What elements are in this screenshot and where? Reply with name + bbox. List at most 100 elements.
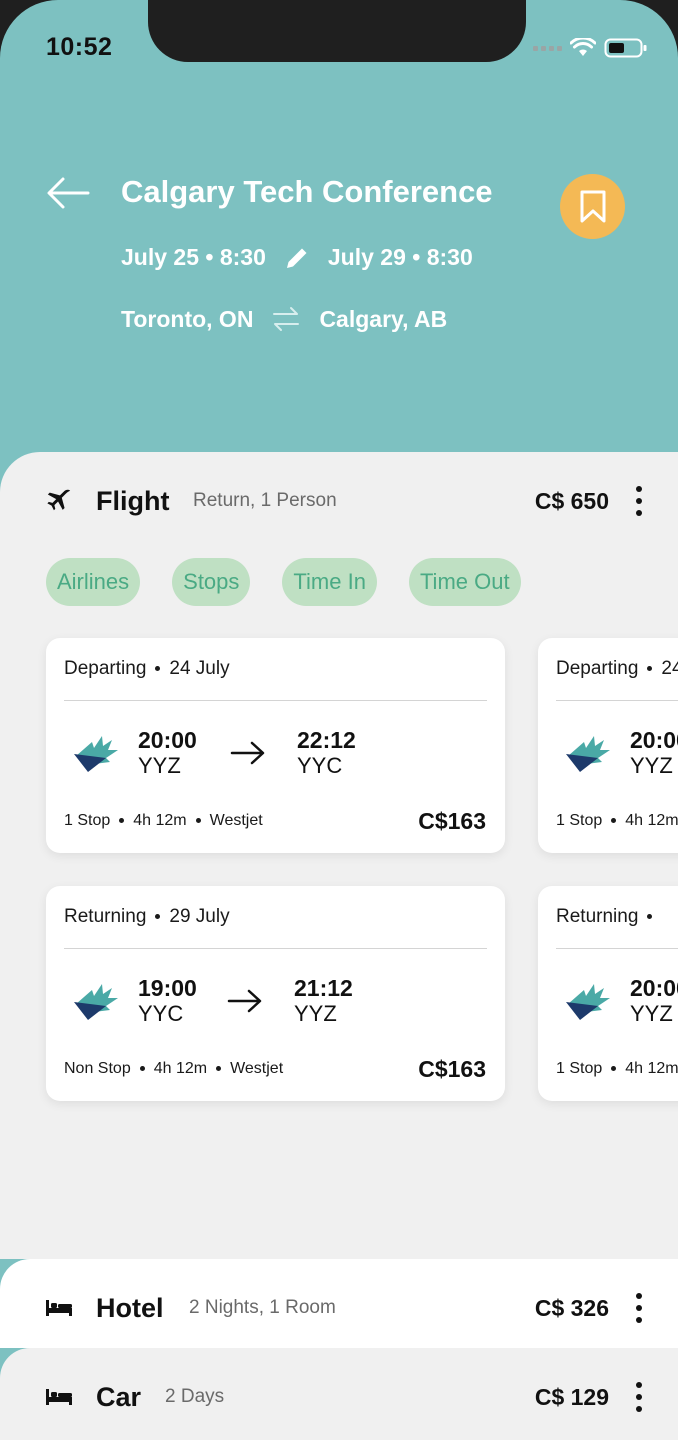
end-date: July 29 • 8:30 [327,244,473,270]
car-header: Car 2 Days C$ 129 [0,1367,678,1427]
divider [64,700,487,701]
car-price: C$ 129 [534,1383,609,1410]
hotel-more-button[interactable] [630,1293,648,1323]
arrow-right-icon [227,989,262,1013]
departure-block: 20:00 YYZ [630,975,678,1028]
arrival-block: 21:12 YYZ [294,975,353,1028]
card-label: Returning [64,906,147,927]
flight-details: 1 Stop 4h 12m [556,812,678,830]
flight-price: C$ 650 [534,487,609,514]
flight-details: 1 Stop 4h 12m [556,1060,678,1078]
plane-icon [46,488,72,514]
filter-chip-time-out[interactable]: Time Out [408,558,521,606]
card-label: Departing [556,658,639,679]
stops-text: 1 Stop [556,812,603,829]
divider [556,700,678,701]
arrival-airport: YYZ [294,1001,337,1027]
card-date: 29 July [169,906,230,927]
bookmark-icon [580,190,605,222]
card-label: Returning [556,906,639,927]
stops-text: 1 Stop [556,1060,603,1077]
flight-header: Flight Return, 1 Person C$ 650 [0,471,678,531]
card-header: Departing 24 July [64,658,230,680]
westjet-logo-icon [566,736,610,772]
back-arrow-icon[interactable] [46,176,90,210]
duration-text: 4h 12m [625,1060,678,1077]
car-title: Car [96,1381,142,1412]
card-date: 24 July [169,658,230,679]
departure-block: 19:00 YYC [138,975,197,1028]
trip-route: Toronto, ON Calgary, AB [121,305,447,333]
departure-airport: YYZ [630,1001,673,1027]
battery-icon [604,38,647,58]
hotel-price: C$ 326 [534,1294,609,1321]
departure-block: 20:00 YYZ [138,727,197,780]
destination-city: Calgary, AB [319,305,448,332]
returning-flight-card[interactable]: Returning 29 July 19:00 YYC 21:12 YYZ Non… [46,886,505,1101]
duration-text: 4h 12m [625,812,678,829]
divider [556,948,678,949]
duration-text: 4h 12m [133,812,187,829]
arrival-airport: YYC [297,753,343,779]
divider [64,948,487,949]
bookmark-button[interactable] [560,174,625,239]
filter-chip-stops[interactable]: Stops [172,558,251,606]
card-price: C$163 [418,808,486,834]
bed-icon [46,1295,72,1321]
westjet-logo-icon [74,984,118,1020]
airline-text: Westjet [209,812,263,829]
westjet-logo-icon [566,984,610,1020]
card-header: Departing 24 July [556,658,678,680]
departure-airport: YYC [138,1001,184,1027]
departing-flight-card[interactable]: Departing 24 July 20:00 YYZ 1 Stop 4h 12m [538,638,678,853]
origin-city: Toronto, ON [121,305,254,332]
departure-airport: YYZ [630,753,673,779]
duration-text: 4h 12m [153,1060,208,1077]
arrival-time: 22:12 [297,727,356,753]
departure-time: 19:00 [138,975,197,1001]
filter-chips: Airlines Stops Time In Time Out [46,558,521,606]
westjet-logo-icon [74,736,118,772]
trip-dates: July 25 • 8:30 July 29 • 8:30 [121,244,473,271]
departure-time: 20:00 [630,975,678,1001]
hotel-subtitle: 2 Nights, 1 Room [189,1297,336,1318]
flight-details: Non Stop 4h 12m Westjet [64,1060,283,1078]
wifi-icon [570,38,596,56]
hotel-title: Hotel [96,1292,164,1323]
car-subtitle: 2 Days [165,1386,225,1407]
card-header: Returning 29 July [64,906,230,928]
stops-text: Non Stop [64,1060,131,1077]
phone-screen: 10:52 Calgary Tech Conference July 25 • … [0,0,678,1440]
departure-block: 20:00 YYZ [630,727,678,780]
arrival-time: 21:12 [294,975,353,1001]
filter-chip-airlines[interactable]: Airlines [46,558,141,606]
bed-icon [46,1384,72,1410]
hotel-header: Hotel 2 Nights, 1 Room C$ 326 [0,1278,678,1338]
card-date: 24 July [661,658,678,679]
flight-title: Flight [96,485,170,516]
arrow-right-icon [230,741,265,765]
device-notch [148,0,526,62]
car-more-button[interactable] [630,1382,648,1412]
returning-flight-card[interactable]: Returning 20:00 YYZ 1 Stop 4h 12m [538,886,678,1101]
departure-time: 20:00 [138,727,197,753]
start-date: July 25 • 8:30 [121,244,266,270]
signal-icon [533,45,562,51]
card-label: Departing [64,658,147,679]
departing-flight-card[interactable]: Departing 24 July 20:00 YYZ 22:12 YYC 1 S… [46,638,505,853]
departure-airport: YYZ [138,753,181,779]
stops-text: 1 Stop [64,812,111,829]
status-icons [533,37,648,59]
filter-chip-time-in[interactable]: Time In [282,558,377,606]
airline-text: Westjet [230,1060,284,1077]
card-price: C$163 [418,1056,486,1082]
card-header: Returning [556,906,661,928]
edit-pencil-icon[interactable] [284,245,310,271]
flight-details: 1 Stop 4h 12m Westjet [64,812,263,830]
swap-icon[interactable] [271,305,301,333]
trip-title: Calgary Tech Conference [121,174,493,209]
departure-time: 20:00 [630,727,678,753]
status-time: 10:52 [46,33,113,61]
flight-more-button[interactable] [630,486,648,516]
arrival-block: 22:12 YYC [297,727,356,780]
